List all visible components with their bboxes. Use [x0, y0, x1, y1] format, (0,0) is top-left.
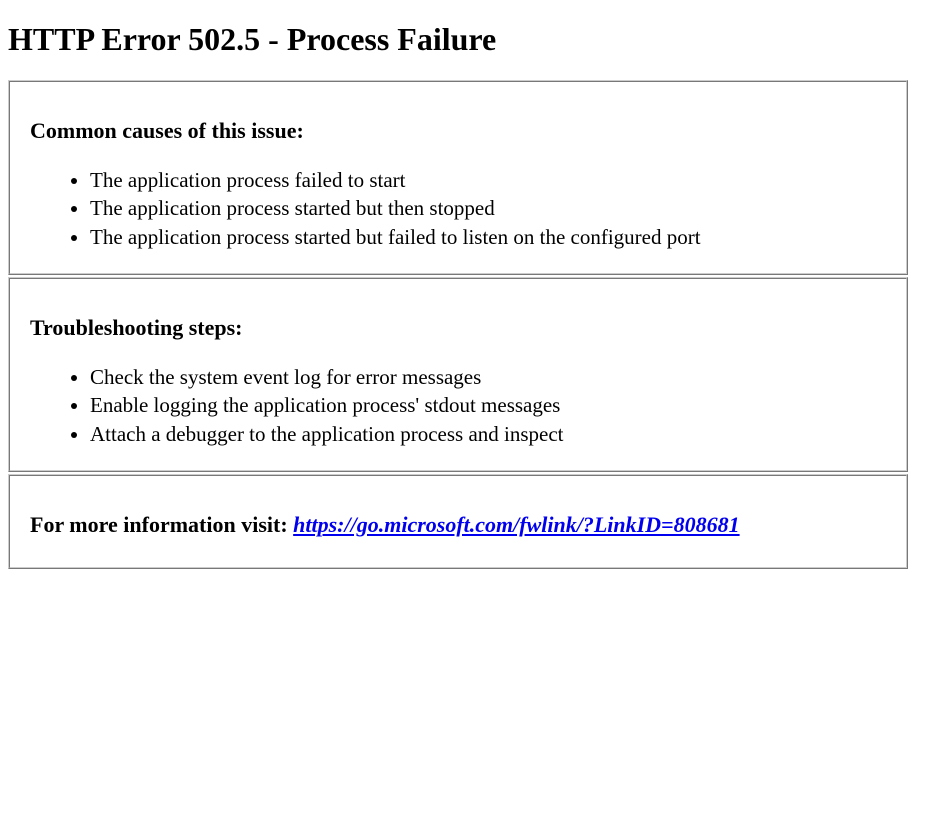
- list-item: Attach a debugger to the application pro…: [90, 420, 886, 448]
- info-heading: For more information visit: https://go.m…: [30, 512, 886, 538]
- causes-section: Common causes of this issue: The applica…: [8, 80, 908, 275]
- troubleshooting-section: Troubleshooting steps: Check the system …: [8, 277, 908, 472]
- list-item: The application process started but fail…: [90, 223, 886, 251]
- list-item: Check the system event log for error mes…: [90, 363, 886, 391]
- info-section: For more information visit: https://go.m…: [8, 474, 908, 569]
- causes-list: The application process failed to start …: [30, 166, 886, 251]
- list-item: Enable logging the application process' …: [90, 391, 886, 419]
- troubleshooting-heading: Troubleshooting steps:: [30, 315, 886, 341]
- list-item: The application process failed to start: [90, 166, 886, 194]
- causes-heading: Common causes of this issue:: [30, 118, 886, 144]
- list-item: The application process started but then…: [90, 194, 886, 222]
- troubleshooting-list: Check the system event log for error mes…: [30, 363, 886, 448]
- info-prefix: For more information visit:: [30, 512, 293, 537]
- page-title: HTTP Error 502.5 - Process Failure: [8, 21, 921, 58]
- info-link[interactable]: https://go.microsoft.com/fwlink/?LinkID=…: [293, 512, 739, 537]
